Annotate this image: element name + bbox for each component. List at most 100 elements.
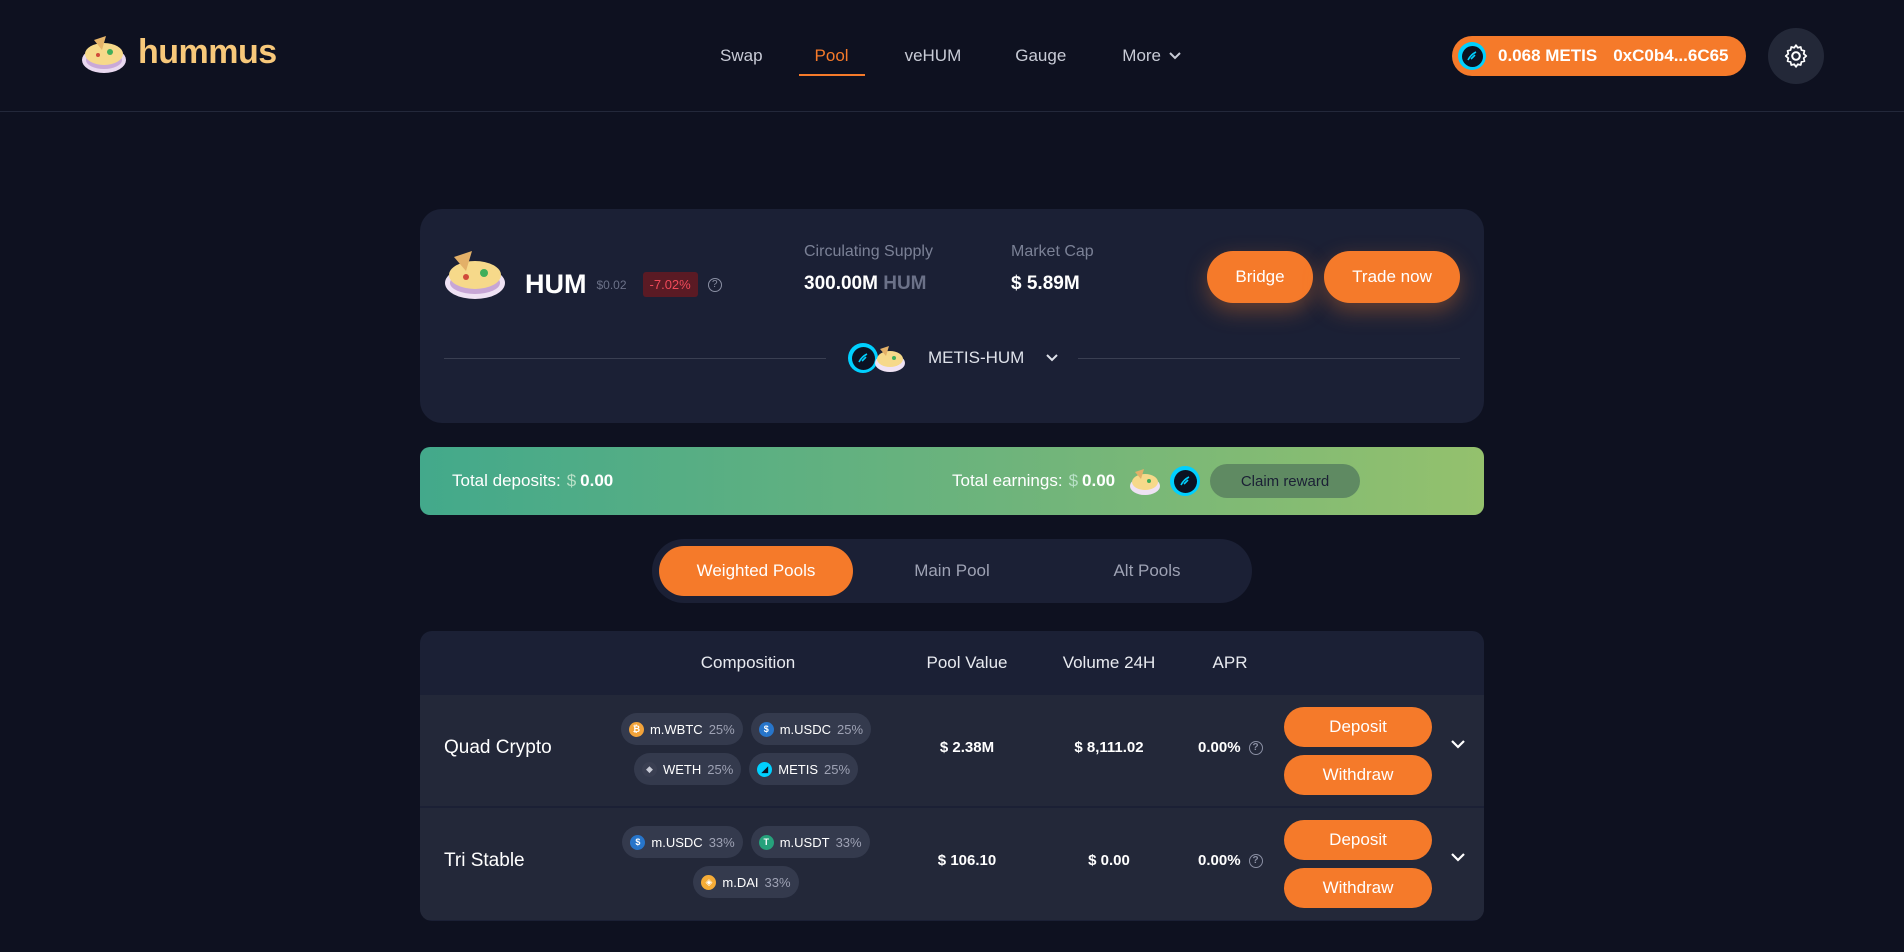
currency-symbol: $	[566, 471, 577, 490]
usdt-icon: T	[758, 834, 774, 850]
token-symbol: m.DAI	[722, 874, 759, 890]
token-symbol: HUM	[525, 269, 587, 299]
circulating-supply-value: 300.00M	[804, 273, 878, 294]
token-weight: 25%	[707, 761, 734, 777]
hummus-bowl-icon	[875, 346, 905, 372]
metis-icon	[1458, 42, 1486, 70]
column-volume-24h: Volume 24H	[1062, 653, 1156, 672]
hummus-bowl-icon	[1130, 469, 1160, 495]
metis-icon	[1170, 466, 1200, 496]
nav-pool[interactable]: Pool	[795, 0, 869, 112]
deposit-button[interactable]: Deposit	[1284, 820, 1432, 860]
withdraw-button[interactable]: Withdraw	[1284, 868, 1432, 908]
token-weight: 33%	[835, 834, 862, 850]
help-icon[interactable]: ?	[1248, 853, 1263, 868]
token-price: $0.02	[596, 277, 627, 292]
table-row: Quad Crypto ₿ m.WBTC 25% $ m.USDC 25% ◆ …	[420, 695, 1484, 807]
brand-logo[interactable]: hummus	[80, 30, 277, 74]
settings-button[interactable]	[1768, 28, 1824, 84]
apr-cell: 0.00% ?	[1198, 852, 1263, 869]
pair-label: METIS-HUM	[928, 348, 1025, 367]
gear-icon	[1784, 44, 1808, 68]
help-icon[interactable]: ?	[1248, 740, 1263, 755]
token-chip: ₿ m.WBTC 25%	[620, 713, 743, 745]
usdc-icon: $	[630, 834, 646, 850]
market-cap: Market Cap $ 5.89M	[1011, 243, 1094, 295]
nav-swap[interactable]: Swap	[700, 0, 783, 112]
column-apr: APR	[1212, 653, 1248, 672]
apr-value: 0.00%	[1198, 852, 1241, 869]
apr-value: 0.00%	[1198, 739, 1241, 756]
token-symbol: WETH	[662, 761, 702, 777]
hummus-bowl-icon	[445, 251, 505, 299]
token-symbol: m.WBTC	[649, 721, 703, 737]
main-nav: Swap Pool veHUM Gauge More	[700, 0, 1201, 112]
claim-reward-button[interactable]: Claim reward	[1210, 464, 1360, 498]
nav-vehum-label: veHUM	[904, 46, 962, 65]
withdraw-button[interactable]: Withdraw	[1284, 755, 1432, 795]
pool-value: $ 106.10	[937, 852, 997, 869]
hummus-bowl-icon	[82, 36, 126, 73]
nav-vehum[interactable]: veHUM	[885, 0, 982, 112]
nav-gauge[interactable]: Gauge	[995, 0, 1086, 112]
wbtc-icon: ₿	[628, 721, 644, 737]
market-cap-value: $ 5.89M	[1011, 273, 1080, 294]
circulating-supply: Circulating Supply 300.00M HUM	[804, 243, 933, 295]
total-earnings-value: 0.00	[1082, 471, 1116, 490]
nav-more-label: More	[1122, 46, 1162, 65]
wallet-balance: 0.068 METIS	[1498, 46, 1598, 65]
market-cap-label: Market Cap	[1011, 243, 1094, 260]
tab-alt-pools[interactable]: Alt Pools	[1050, 546, 1244, 596]
brand-name: hummus	[138, 32, 277, 71]
nav-pool-label: Pool	[814, 46, 849, 65]
token-weight: 25%	[824, 761, 851, 777]
chevron-down-icon[interactable]	[1450, 852, 1466, 862]
apr-cell: 0.00% ?	[1198, 739, 1263, 756]
token-weight: 33%	[764, 874, 791, 890]
total-earnings-label: Total earnings:	[952, 471, 1063, 490]
circulating-supply-label: Circulating Supply	[804, 243, 933, 260]
currency-symbol: $	[1068, 471, 1079, 490]
volume-24h: $ 8,111.02	[1074, 739, 1144, 756]
dai-icon: ◈	[701, 874, 717, 890]
pool-name: Quad Crypto	[444, 737, 552, 758]
nav-more[interactable]: More	[1102, 0, 1201, 112]
circulating-supply-unit: HUM	[883, 273, 927, 294]
total-deposits-label: Total deposits:	[452, 471, 561, 490]
help-icon[interactable]: ?	[707, 277, 722, 292]
token-chip: $ m.USDC 25%	[750, 713, 872, 745]
token-chip: T m.USDT 33%	[750, 826, 870, 858]
pool-type-tabs: Weighted Pools Main Pool Alt Pools	[652, 539, 1252, 603]
volume-24h: $ 0.00	[1088, 852, 1130, 869]
column-pool-value: Pool Value	[926, 653, 1008, 672]
pool-table: Composition Pool Value Volume 24H APR Qu…	[420, 631, 1484, 921]
wallet-address: 0xC0b4...6C65	[1613, 46, 1729, 65]
price-change-badge: -7.02%	[642, 272, 698, 297]
pool-composition: $ m.USDC 33% T m.USDT 33% ◈ m.DAI 33%	[616, 826, 876, 898]
trade-now-button[interactable]: Trade now	[1324, 251, 1460, 303]
chevron-down-icon[interactable]	[1450, 739, 1466, 749]
tab-main-pool[interactable]: Main Pool	[855, 546, 1049, 596]
pool-composition: ₿ m.WBTC 25% $ m.USDC 25% ◆ WETH 25% ◢ M…	[616, 713, 876, 785]
token-title: HUM $0.02 -7.02% ?	[525, 269, 722, 300]
top-navbar: hummus Swap Pool veHUM Gauge More 0.068 …	[0, 0, 1904, 112]
wallet-button[interactable]: 0.068 METIS 0xC0b4...6C65	[1452, 36, 1746, 76]
token-symbol: METIS	[778, 761, 818, 777]
pool-value: $ 2.38M	[939, 739, 995, 756]
total-earnings: Total earnings: $0.00	[952, 471, 1115, 491]
token-chip: ◆ WETH 25%	[633, 753, 742, 785]
chevron-down-icon	[1046, 354, 1059, 362]
token-symbol: m.USDC	[779, 721, 831, 737]
column-composition: Composition	[700, 653, 796, 672]
token-chip: ◢ METIS 25%	[749, 753, 859, 785]
total-deposits-value: 0.00	[580, 471, 614, 490]
token-symbol: m.USDC	[651, 834, 703, 850]
deposit-button[interactable]: Deposit	[1284, 707, 1432, 747]
pair-selector[interactable]: METIS-HUM	[848, 343, 1059, 373]
tab-weighted-pools[interactable]: Weighted Pools	[659, 546, 853, 596]
weth-icon: ◆	[641, 761, 657, 777]
usdc-icon: $	[758, 721, 774, 737]
bridge-button[interactable]: Bridge	[1207, 251, 1313, 303]
token-chip: $ m.USDC 33%	[622, 826, 743, 858]
token-symbol: m.USDT	[779, 834, 830, 850]
